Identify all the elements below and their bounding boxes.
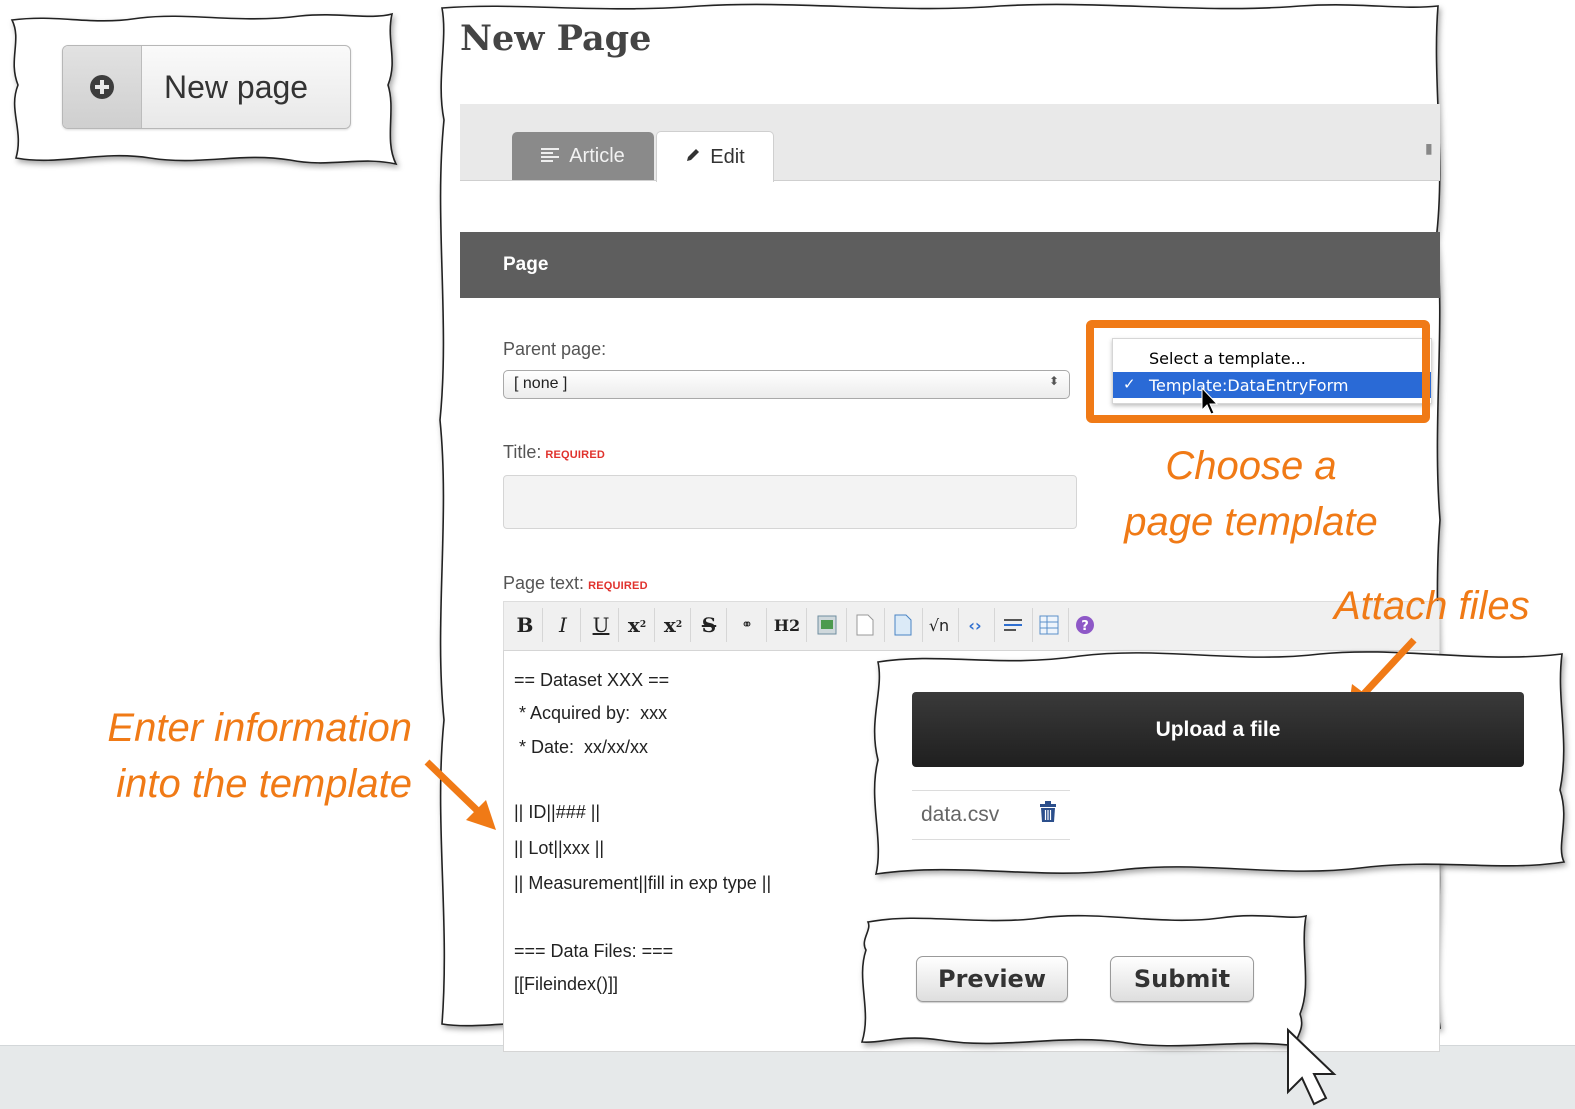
callout-choose-template-line2: page template: [1124, 500, 1378, 544]
callout-choose-template-line1: Choose a: [1165, 444, 1337, 488]
horizontal-rule-icon[interactable]: [998, 610, 1028, 640]
callout-enter-info: Enter information into the template: [30, 700, 412, 812]
editor-line: || Measurement||fill in exp type ||: [514, 873, 772, 893]
section-header: Page: [460, 232, 1440, 298]
title-input[interactable]: [503, 475, 1077, 529]
superscript-icon[interactable]: x2: [624, 610, 650, 640]
attached-file-row: data.csv: [912, 790, 1070, 840]
callout-enter-info-line2: into the template: [116, 762, 412, 806]
parent-page-select[interactable]: [ none ] ⬍: [503, 370, 1070, 399]
table-icon[interactable]: [1034, 610, 1064, 640]
editor-line: [[Fileindex()]]: [514, 974, 619, 994]
editor-line: || Lot||xxx ||: [514, 838, 605, 858]
parent-page-value: [ none ]: [514, 375, 568, 392]
underline-icon[interactable]: U: [588, 610, 614, 640]
editor-line: === Data Files: ===: [514, 941, 674, 961]
new-page-label: New page: [164, 68, 309, 105]
page-text-label: Page text:: [503, 573, 585, 593]
title-label-row: Title: REQUIRED: [503, 442, 605, 463]
code-icon[interactable]: ‹›: [960, 610, 990, 640]
select-arrows-icon: ⬍: [1048, 374, 1059, 388]
svg-text:?: ?: [1081, 619, 1089, 634]
math-icon[interactable]: √n: [924, 610, 954, 640]
parent-page-label: Parent page:: [503, 339, 607, 359]
editor-line: || ID||### ||: [514, 802, 601, 822]
bold-icon[interactable]: B: [512, 610, 538, 640]
page-title: New Page: [460, 18, 652, 59]
editor-line: * Acquired by: xxx: [514, 703, 668, 723]
callout-enter-info-line1: Enter information: [107, 706, 412, 750]
submit-button[interactable]: Submit: [1110, 956, 1254, 1002]
callout-choose-template: Choose a page template: [1096, 438, 1406, 550]
attached-file-name: data.csv: [921, 803, 1000, 826]
pencil-icon: [685, 146, 701, 169]
trash-icon[interactable]: [1038, 801, 1058, 828]
tab-article[interactable]: Article: [512, 132, 654, 180]
link-icon[interactable]: ⚭: [732, 610, 762, 640]
title-required-badge: REQUIRED: [545, 449, 606, 461]
page-icon[interactable]: [850, 610, 880, 640]
editor-toolbar: B I U x2 x2 S ⚭ H2 √n ‹› ?: [503, 601, 1440, 651]
article-lines-icon: [541, 145, 560, 168]
page-text-label-row: Page text: REQUIRED: [503, 573, 648, 594]
heading-2-icon[interactable]: H2: [772, 610, 802, 640]
help-icon[interactable]: ?: [1070, 610, 1100, 640]
page-text-required-badge: REQUIRED: [588, 580, 648, 592]
document-icon[interactable]: [888, 610, 918, 640]
toolbar-edge-icon: ▮: [1425, 140, 1433, 156]
subscript-icon[interactable]: x2: [660, 610, 686, 640]
image-icon[interactable]: [812, 610, 842, 640]
bottom-strip: [0, 1045, 1575, 1109]
editor-line: == Dataset XXX ==: [514, 670, 670, 690]
upload-file-button[interactable]: Upload a file: [912, 692, 1524, 767]
callout-attach-files: Attach files: [1334, 584, 1530, 628]
section-title: Page: [503, 254, 549, 275]
preview-button[interactable]: Preview: [916, 956, 1068, 1002]
tab-edit[interactable]: Edit: [656, 131, 774, 182]
italic-icon[interactable]: I: [550, 610, 576, 640]
tab-article-label: Article: [569, 144, 625, 167]
template-highlight-box: [1086, 320, 1430, 423]
tab-edit-label: Edit: [710, 145, 745, 168]
plus-circle-icon: [63, 46, 142, 128]
new-page-button[interactable]: New page: [62, 45, 351, 129]
editor-line: * Date: xx/xx/xx: [514, 737, 649, 757]
strikethrough-icon[interactable]: S: [696, 610, 722, 640]
title-label: Title:: [503, 442, 542, 462]
